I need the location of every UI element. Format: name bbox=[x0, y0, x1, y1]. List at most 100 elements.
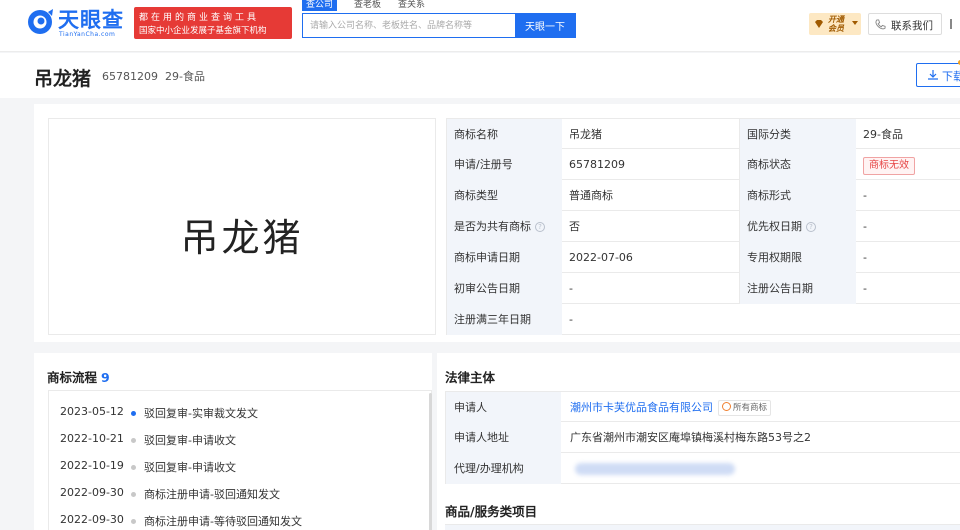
trademark-circle-icon bbox=[722, 402, 731, 411]
logo-text-cn: 天眼查 bbox=[58, 8, 124, 32]
tab-search-boss[interactable]: 查老板 bbox=[354, 0, 381, 11]
label-priority-text: 优先权日期 bbox=[747, 220, 802, 233]
owned-badge-label: 所有商标 bbox=[733, 403, 768, 413]
user-icon[interactable] bbox=[950, 19, 960, 29]
address-label: 申请人地址 bbox=[445, 422, 561, 453]
slogan-line2: 国家中小企业发展子基金旗下机构 bbox=[139, 26, 267, 36]
label-tm-type: 商标类型 bbox=[446, 180, 562, 211]
label-shared-text: 是否为共有商标 bbox=[454, 220, 531, 233]
value-apply-date: 2022-07-06 bbox=[569, 251, 633, 264]
legal-section-title: 法律主体 bbox=[445, 370, 496, 385]
list-item: 2022-10-21 驳回复审-申请收文 bbox=[49, 426, 419, 453]
timeline-dot bbox=[131, 411, 136, 416]
legal-entity-panel: 法律主体 申请人 潮州市卡芙优品食品有限公司 所有商标 申请人地址 广东省潮州市潮… bbox=[437, 353, 960, 530]
timeline-dot bbox=[131, 438, 136, 443]
legal-row: 申请人 潮州市卡芙优品食品有限公司 所有商标 bbox=[445, 391, 960, 423]
value-three-year-date: - bbox=[569, 313, 573, 326]
label-prelim-date: 初审公告日期 bbox=[446, 273, 562, 304]
value-prelim-date: - bbox=[569, 282, 573, 295]
info-row: 初审公告日期 - 注册公告日期 - bbox=[446, 273, 960, 304]
label-tm-status: 商标状态 bbox=[739, 149, 856, 180]
trademark-title-bar: 吊龙猪 65781209 29-食品 下载 bbox=[0, 53, 960, 98]
flow-text: 驳回复审-申请收文 bbox=[144, 434, 236, 447]
status-badge: 商标无效 bbox=[863, 157, 915, 175]
category-text: 29-食品 bbox=[165, 70, 205, 83]
contact-label: 联系我们 bbox=[891, 20, 933, 32]
value-shared: 否 bbox=[569, 220, 580, 233]
info-row: 申请/注册号 65781209 商标状态 商标无效 bbox=[446, 149, 960, 180]
flow-text: 商标注册申请-等待驳回通知发文 bbox=[144, 515, 302, 528]
label-tm-name: 商标名称 bbox=[446, 119, 562, 150]
slogan-banner: 都在用的商业查询工具 国家中小企业发展子基金旗下机构 bbox=[134, 7, 292, 39]
info-row: 商标类型 普通商标 商标形式 - bbox=[446, 180, 960, 211]
timeline-dot bbox=[131, 492, 136, 497]
flow-date: 2022-10-21 bbox=[60, 432, 124, 445]
value-reg-no: 65781209 bbox=[569, 158, 625, 171]
vip-button[interactable]: 开通会员 bbox=[809, 13, 861, 35]
flow-date: 2022-09-30 bbox=[60, 486, 124, 499]
contact-button[interactable]: 联系我们 bbox=[868, 13, 942, 35]
site-logo[interactable]: 天眼查 TianYanCha.com bbox=[26, 8, 130, 38]
flow-text: 商标注册申请-驳回通知发文 bbox=[144, 488, 280, 501]
slogan-line1: 都在用的商业查询工具 bbox=[139, 13, 260, 23]
reg-number: 65781209 bbox=[102, 70, 158, 83]
flow-count: 9 bbox=[101, 370, 110, 385]
flow-title: 商标流程 bbox=[47, 370, 98, 385]
applicant-label: 申请人 bbox=[445, 392, 561, 423]
info-row: 注册满三年日期 - bbox=[446, 304, 960, 335]
download-label: 下载 bbox=[942, 70, 960, 83]
help-icon[interactable]: ? bbox=[535, 222, 545, 232]
label-reg-no: 申请/注册号 bbox=[446, 149, 562, 180]
flow-section-title: 商标流程 9 bbox=[47, 367, 110, 386]
applicant-value: 潮州市卡芙优品食品有限公司 所有商标 bbox=[561, 392, 772, 423]
help-icon[interactable]: ? bbox=[806, 222, 816, 232]
download-icon bbox=[928, 70, 938, 80]
diamond-icon bbox=[815, 20, 823, 28]
info-row: 商标申请日期 2022-07-06 专用权期限 - bbox=[446, 242, 960, 273]
legal-row: 申请人地址 广东省潮州市潮安区庵埠镇梅溪村梅东路53号之2 bbox=[445, 422, 960, 453]
label-apply-date: 商标申请日期 bbox=[446, 242, 562, 273]
page-title: 吊龙猪 bbox=[34, 68, 92, 90]
flow-text: 驳回复审-申请收文 bbox=[144, 461, 236, 474]
flow-date: 2023-05-12 bbox=[60, 405, 124, 418]
label-priority-date: 优先权日期? bbox=[739, 211, 856, 242]
trademark-flow-panel: 商标流程 9 2023-05-12 驳回复审-实审裁文发文 2022-10-21 … bbox=[34, 353, 432, 530]
top-header: 天眼查 TianYanCha.com 都在用的商业查询工具 国家中小企业发展子基… bbox=[0, 0, 960, 52]
trademark-detail-panel: 吊龙猪 商标名称 吊龙猪 国际分类 29-食品 申请/注册号 65781209 … bbox=[34, 104, 960, 342]
search-input[interactable] bbox=[303, 14, 516, 37]
label-exclusive-term: 专用权期限 bbox=[739, 242, 856, 273]
list-item: 2023-05-12 驳回复审-实审裁文发文 bbox=[49, 399, 419, 426]
eye-logo-icon bbox=[28, 9, 53, 34]
phone-icon bbox=[875, 19, 886, 30]
trademark-image-text: 吊龙猪 bbox=[180, 216, 304, 260]
search-button[interactable]: 天眼一下 bbox=[515, 14, 575, 37]
tab-search-relation[interactable]: 查关系 bbox=[398, 0, 425, 11]
tab-search-company[interactable]: 查公司 bbox=[302, 0, 338, 11]
chevron-down-icon bbox=[852, 21, 858, 25]
address-value: 广东省潮州市潮安区庵埠镇梅溪村梅东路53号之2 bbox=[570, 431, 811, 444]
goods-table-header bbox=[445, 524, 960, 530]
label-tm-form: 商标形式 bbox=[739, 180, 856, 211]
flow-date: 2022-09-30 bbox=[60, 513, 124, 526]
trademark-image[interactable]: 吊龙猪 bbox=[48, 118, 436, 335]
list-item: 2022-09-30 商标注册申请-等待驳回通知发文 bbox=[49, 507, 419, 530]
info-row: 商标名称 吊龙猪 国际分类 29-食品 bbox=[446, 118, 960, 150]
value-tm-type: 普通商标 bbox=[569, 189, 613, 202]
flow-list: 2023-05-12 驳回复审-实审裁文发文 2022-10-21 驳回复审-申… bbox=[48, 390, 432, 530]
scrollbar[interactable] bbox=[429, 393, 432, 530]
value-tm-form: - bbox=[863, 189, 867, 202]
blurred-agent-value bbox=[575, 463, 735, 475]
goods-section-title: 商品/服务类项目 bbox=[445, 504, 538, 519]
timeline-dot bbox=[131, 465, 136, 470]
value-tm-name: 吊龙猪 bbox=[569, 128, 602, 141]
value-intl-class: 29-食品 bbox=[863, 128, 903, 141]
owned-trademarks-badge[interactable]: 所有商标 bbox=[718, 400, 772, 416]
label-shared: 是否为共有商标? bbox=[446, 211, 562, 242]
label-reg-announce-date: 注册公告日期 bbox=[739, 273, 856, 304]
search-box: 天眼一下 bbox=[302, 13, 576, 38]
value-exclusive-term: - bbox=[863, 251, 867, 264]
list-item: 2022-09-30 商标注册申请-驳回通知发文 bbox=[49, 480, 419, 507]
timeline-dot bbox=[131, 519, 136, 524]
download-button[interactable]: 下载 bbox=[916, 60, 960, 87]
applicant-link[interactable]: 潮州市卡芙优品食品有限公司 bbox=[570, 401, 713, 414]
